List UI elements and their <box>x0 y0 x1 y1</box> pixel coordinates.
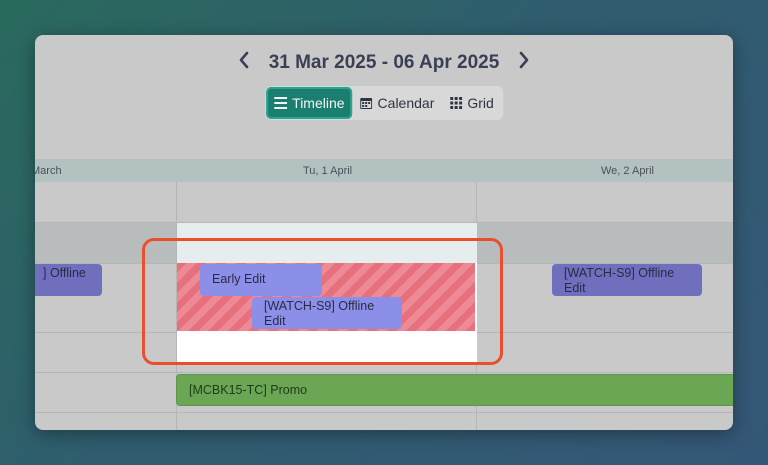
day-label-wed-2-april: We, 2 April <box>601 165 654 177</box>
grid-view-button[interactable]: Grid <box>442 87 501 119</box>
calendar-window: 31 Mar 2025 - 06 Apr 2025 Timeline Calen… <box>35 35 733 430</box>
calendar-label: Calendar <box>377 95 435 111</box>
calendar-icon <box>360 98 373 109</box>
event-offline-left[interactable]: ] Offline <box>35 264 102 296</box>
day-label-march: March <box>35 165 62 177</box>
date-navigation: 31 Mar 2025 - 06 Apr 2025 <box>35 49 733 77</box>
day-label-tue-1-april: Tu, 1 April <box>303 165 353 177</box>
selection-highlight-frame <box>142 238 503 365</box>
date-range-title: 31 Mar 2025 - 06 Apr 2025 <box>268 52 500 73</box>
grid-icon <box>450 97 463 109</box>
timeline-label: Timeline <box>292 95 345 111</box>
timeline-view-button[interactable]: Timeline <box>266 87 353 119</box>
event-watch-s9-offline-edit-right[interactable]: [WATCH-S9] Offline Edit <box>552 264 702 296</box>
day-header-row: March Tu, 1 April We, 2 April <box>35 159 733 182</box>
event-mcbk15-tc-promo[interactable]: [MCBK15-TC] Promo <box>176 374 733 406</box>
calendar-view-button[interactable]: Calendar <box>353 87 443 119</box>
next-week-button[interactable] <box>515 51 533 75</box>
list-icon <box>274 97 288 109</box>
prev-week-button[interactable] <box>235 51 253 75</box>
event-label: [WATCH-S9] Offline Edit <box>564 266 675 295</box>
grid-line <box>35 412 733 413</box>
grid-line <box>35 372 733 373</box>
event-label: ] Offline <box>43 266 86 280</box>
view-switcher: Timeline Calendar Grid <box>265 86 503 120</box>
chevron-right-icon <box>519 51 529 69</box>
event-label: [MCBK15-TC] Promo <box>189 383 308 397</box>
grid-label: Grid <box>467 95 494 111</box>
chevron-left-icon <box>239 51 248 69</box>
